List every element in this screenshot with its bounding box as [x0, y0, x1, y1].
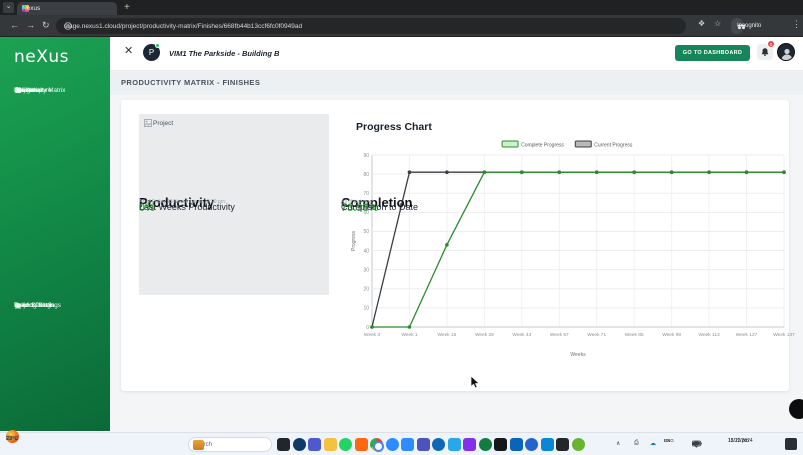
svg-text:50: 50: [363, 229, 369, 235]
sidebar-item-label: Handover: [14, 87, 41, 94]
zoom-icon[interactable]: [386, 438, 399, 451]
url-text: stage.nexus1.cloud/project/productivity-…: [64, 23, 302, 30]
terminal-icon[interactable]: [277, 438, 290, 451]
user-avatar[interactable]: [777, 43, 795, 61]
taskbar-search[interactable]: Search: [188, 437, 272, 452]
svg-text:Week 127: Week 127: [736, 332, 758, 338]
svg-text:Week 43: Week 43: [512, 332, 531, 338]
teams-chat-icon[interactable]: [417, 438, 430, 451]
excel-icon[interactable]: [479, 438, 492, 451]
svg-text:20: 20: [363, 287, 369, 293]
mouse-cursor: [470, 376, 481, 389]
sidebar: neXus ▤Project◷Productivity Matrix∧✎Desi…: [0, 37, 110, 431]
svg-text:Progress: Progress: [351, 231, 357, 252]
chrome-icon[interactable]: [370, 438, 383, 451]
tab-search-button[interactable]: ⌄: [3, 2, 14, 13]
reload-icon[interactable]: ↻: [42, 19, 50, 32]
svg-text:Week 29: Week 29: [475, 332, 494, 338]
extensions-icon[interactable]: ❖: [698, 19, 705, 28]
sidebar-item-label: Team Settings: [14, 302, 54, 309]
svg-text:Week 71: Week 71: [587, 332, 606, 338]
svg-text:0: 0: [366, 325, 369, 331]
content-area: Project Productivity 0% Last Weeks Produ…: [110, 95, 803, 432]
svg-text:Week 15: Week 15: [437, 332, 456, 338]
image-alt-text: Project: [153, 120, 173, 127]
firefox-icon[interactable]: [355, 438, 368, 451]
matrix-card: Project Productivity 0% Last Weeks Produ…: [121, 100, 789, 391]
browser-menu-icon[interactable]: ⋮: [792, 19, 801, 30]
svg-text:10: 10: [363, 306, 369, 312]
svg-text:Weeks: Weeks: [570, 352, 586, 358]
svg-text:Week 85: Week 85: [625, 332, 644, 338]
svg-text:Week 1: Week 1: [401, 332, 418, 338]
battery-icon[interactable]: [692, 440, 702, 447]
contacts-icon[interactable]: [401, 438, 414, 451]
teams-icon[interactable]: [308, 438, 321, 451]
browser-tab[interactable]: Nexus ×: [17, 2, 117, 15]
close-icon[interactable]: ✕: [124, 46, 133, 57]
svg-text:40: 40: [363, 248, 369, 254]
back-icon[interactable]: ←: [10, 19, 19, 32]
browser-tab-strip: ⌄ Nexus × +: [0, 0, 803, 15]
bookmark-star-icon[interactable]: ☆: [714, 19, 721, 28]
onedrive-icon[interactable]: [510, 438, 523, 451]
copilot-icon[interactable]: [463, 438, 476, 451]
chevron-down-icon[interactable]: ∨: [14, 87, 18, 93]
completion-asof: As of just now: [341, 200, 372, 205]
weather-desc: Haze: [6, 436, 18, 442]
broken-image-icon: [144, 119, 152, 127]
person-icon: [780, 47, 794, 61]
chart-title: Progress Chart: [356, 121, 432, 133]
page-title: PRODUCTIVITY MATRIX - FINISHES: [121, 78, 260, 87]
svg-text:Week 99: Week 99: [662, 332, 681, 338]
whatsapp-icon[interactable]: [339, 438, 352, 451]
incognito-label: Incognito: [737, 23, 761, 29]
tray-chevron-up-icon[interactable]: ∧: [616, 440, 620, 447]
svg-text:Complete Progress: Complete Progress: [521, 142, 564, 148]
progress-chart: 0102030405060708090Week 3Week 1Week 15We…: [348, 137, 800, 363]
incognito-badge: Incognito: [731, 18, 743, 34]
svg-text:Week 137: Week 137: [773, 332, 795, 338]
screen: ⌄ Nexus × + ← → ↻ stage.nexus1.cloud/pro…: [0, 0, 803, 455]
skype-icon[interactable]: [541, 438, 554, 451]
tray-device-icon[interactable]: ⎙: [634, 440, 639, 447]
go-to-dashboard-button[interactable]: GO TO DASHBOARD: [675, 45, 750, 61]
url-bar[interactable]: stage.nexus1.cloud/project/productivity-…: [56, 18, 686, 34]
notes-icon[interactable]: [572, 438, 585, 451]
notification-badge: 0: [767, 40, 775, 48]
notification-center-icon[interactable]: [785, 438, 797, 450]
chat-fab-button[interactable]: [789, 399, 803, 419]
sidebar-item-team-settings[interactable]: ⚇Team Settings: [0, 295, 24, 316]
svg-text:Week 57: Week 57: [550, 332, 569, 338]
forward-icon[interactable]: →: [26, 19, 35, 32]
file-explorer-icon[interactable]: [324, 438, 337, 451]
search-highlight-icon: [193, 440, 204, 450]
start-button[interactable]: [170, 438, 183, 451]
online-status-dot: [155, 43, 160, 48]
calendar-icon[interactable]: [448, 438, 461, 451]
project-title: VIM1 The Parkside - Building B: [169, 49, 279, 58]
nexus-logo: neXus: [14, 47, 69, 67]
photos-icon[interactable]: [556, 438, 569, 451]
todo-icon[interactable]: [525, 438, 538, 451]
svg-text:80: 80: [363, 172, 369, 178]
tab-close-icon[interactable]: ×: [22, 5, 27, 13]
vpn-icon[interactable]: [293, 438, 306, 451]
svg-text:Current Progress: Current Progress: [594, 142, 633, 148]
browser-toolbar: ← → ↻ stage.nexus1.cloud/project/product…: [0, 15, 803, 37]
clock-date: 15/11/2024: [728, 438, 753, 445]
svg-text:30: 30: [363, 267, 369, 273]
sidebar-item-handover[interactable]: ▨Handover∨: [0, 79, 24, 101]
outlook-icon[interactable]: [432, 438, 445, 451]
productivity-asof: As of Friday 15 November at 12:20 pm: [139, 200, 225, 205]
tray-cloud-icon[interactable]: ☁: [650, 440, 656, 447]
new-tab-button[interactable]: +: [124, 2, 130, 13]
svg-text:90: 90: [363, 153, 369, 159]
bell-icon: [760, 47, 770, 57]
svg-text:Week 3: Week 3: [364, 332, 381, 338]
store-icon[interactable]: [494, 438, 507, 451]
taskbar: 23°C Haze Search ∧ ⎙ ☁ ENG US: [0, 432, 803, 455]
svg-text:Week 113: Week 113: [699, 332, 720, 338]
